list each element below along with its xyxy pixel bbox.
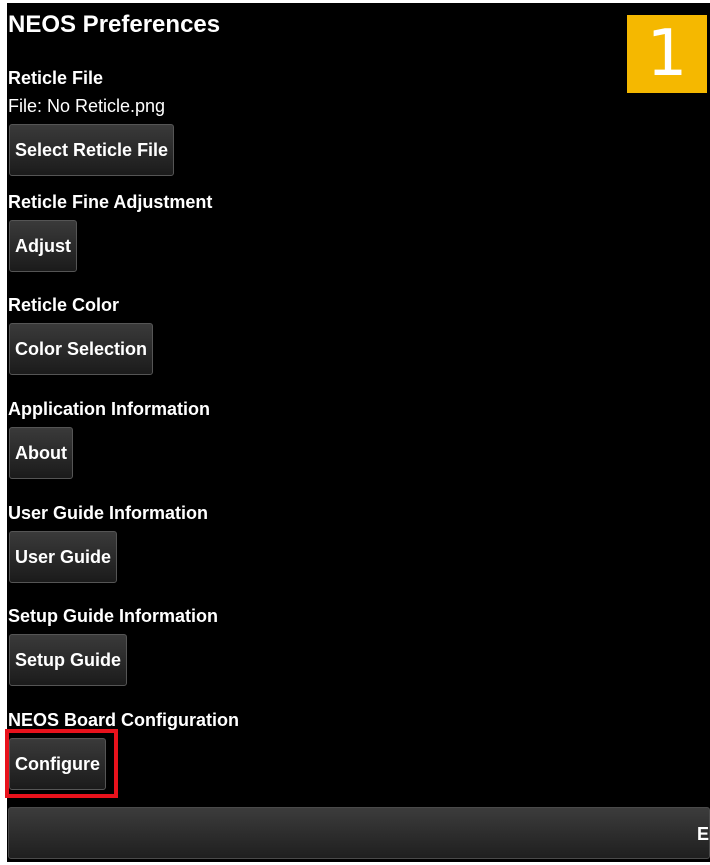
reticle-file-value: File: No Reticle.png xyxy=(8,96,166,116)
user-guide-button[interactable]: User Guide xyxy=(9,531,118,583)
step-number-badge: 1 xyxy=(627,15,707,93)
setup-guide-button[interactable]: Setup Guide xyxy=(9,634,128,686)
neos-board-configuration-label: NEOS Board Configuration xyxy=(8,710,239,730)
adjust-button[interactable]: Adjust xyxy=(9,220,77,272)
color-selection-button[interactable]: Color Selection xyxy=(9,323,154,375)
setup-guide-information-label: Setup Guide Information xyxy=(8,606,218,626)
bottom-action-bar[interactable]: E xyxy=(8,807,710,859)
application-information-label: Application Information xyxy=(8,399,210,419)
page-title: NEOS Preferences xyxy=(8,11,221,38)
reticle-file-label: Reticle File xyxy=(8,68,104,88)
reticle-color-label: Reticle Color xyxy=(8,295,120,315)
about-button[interactable]: About xyxy=(9,427,73,479)
reticle-fine-adjustment-label: Reticle Fine Adjustment xyxy=(8,192,213,212)
bottom-bar-partial-text: E xyxy=(696,824,709,844)
select-reticle-file-button[interactable]: Select Reticle File xyxy=(9,124,175,176)
configure-highlight-box xyxy=(5,729,118,798)
frame-top-edge xyxy=(0,0,710,3)
user-guide-information-label: User Guide Information xyxy=(8,503,209,523)
